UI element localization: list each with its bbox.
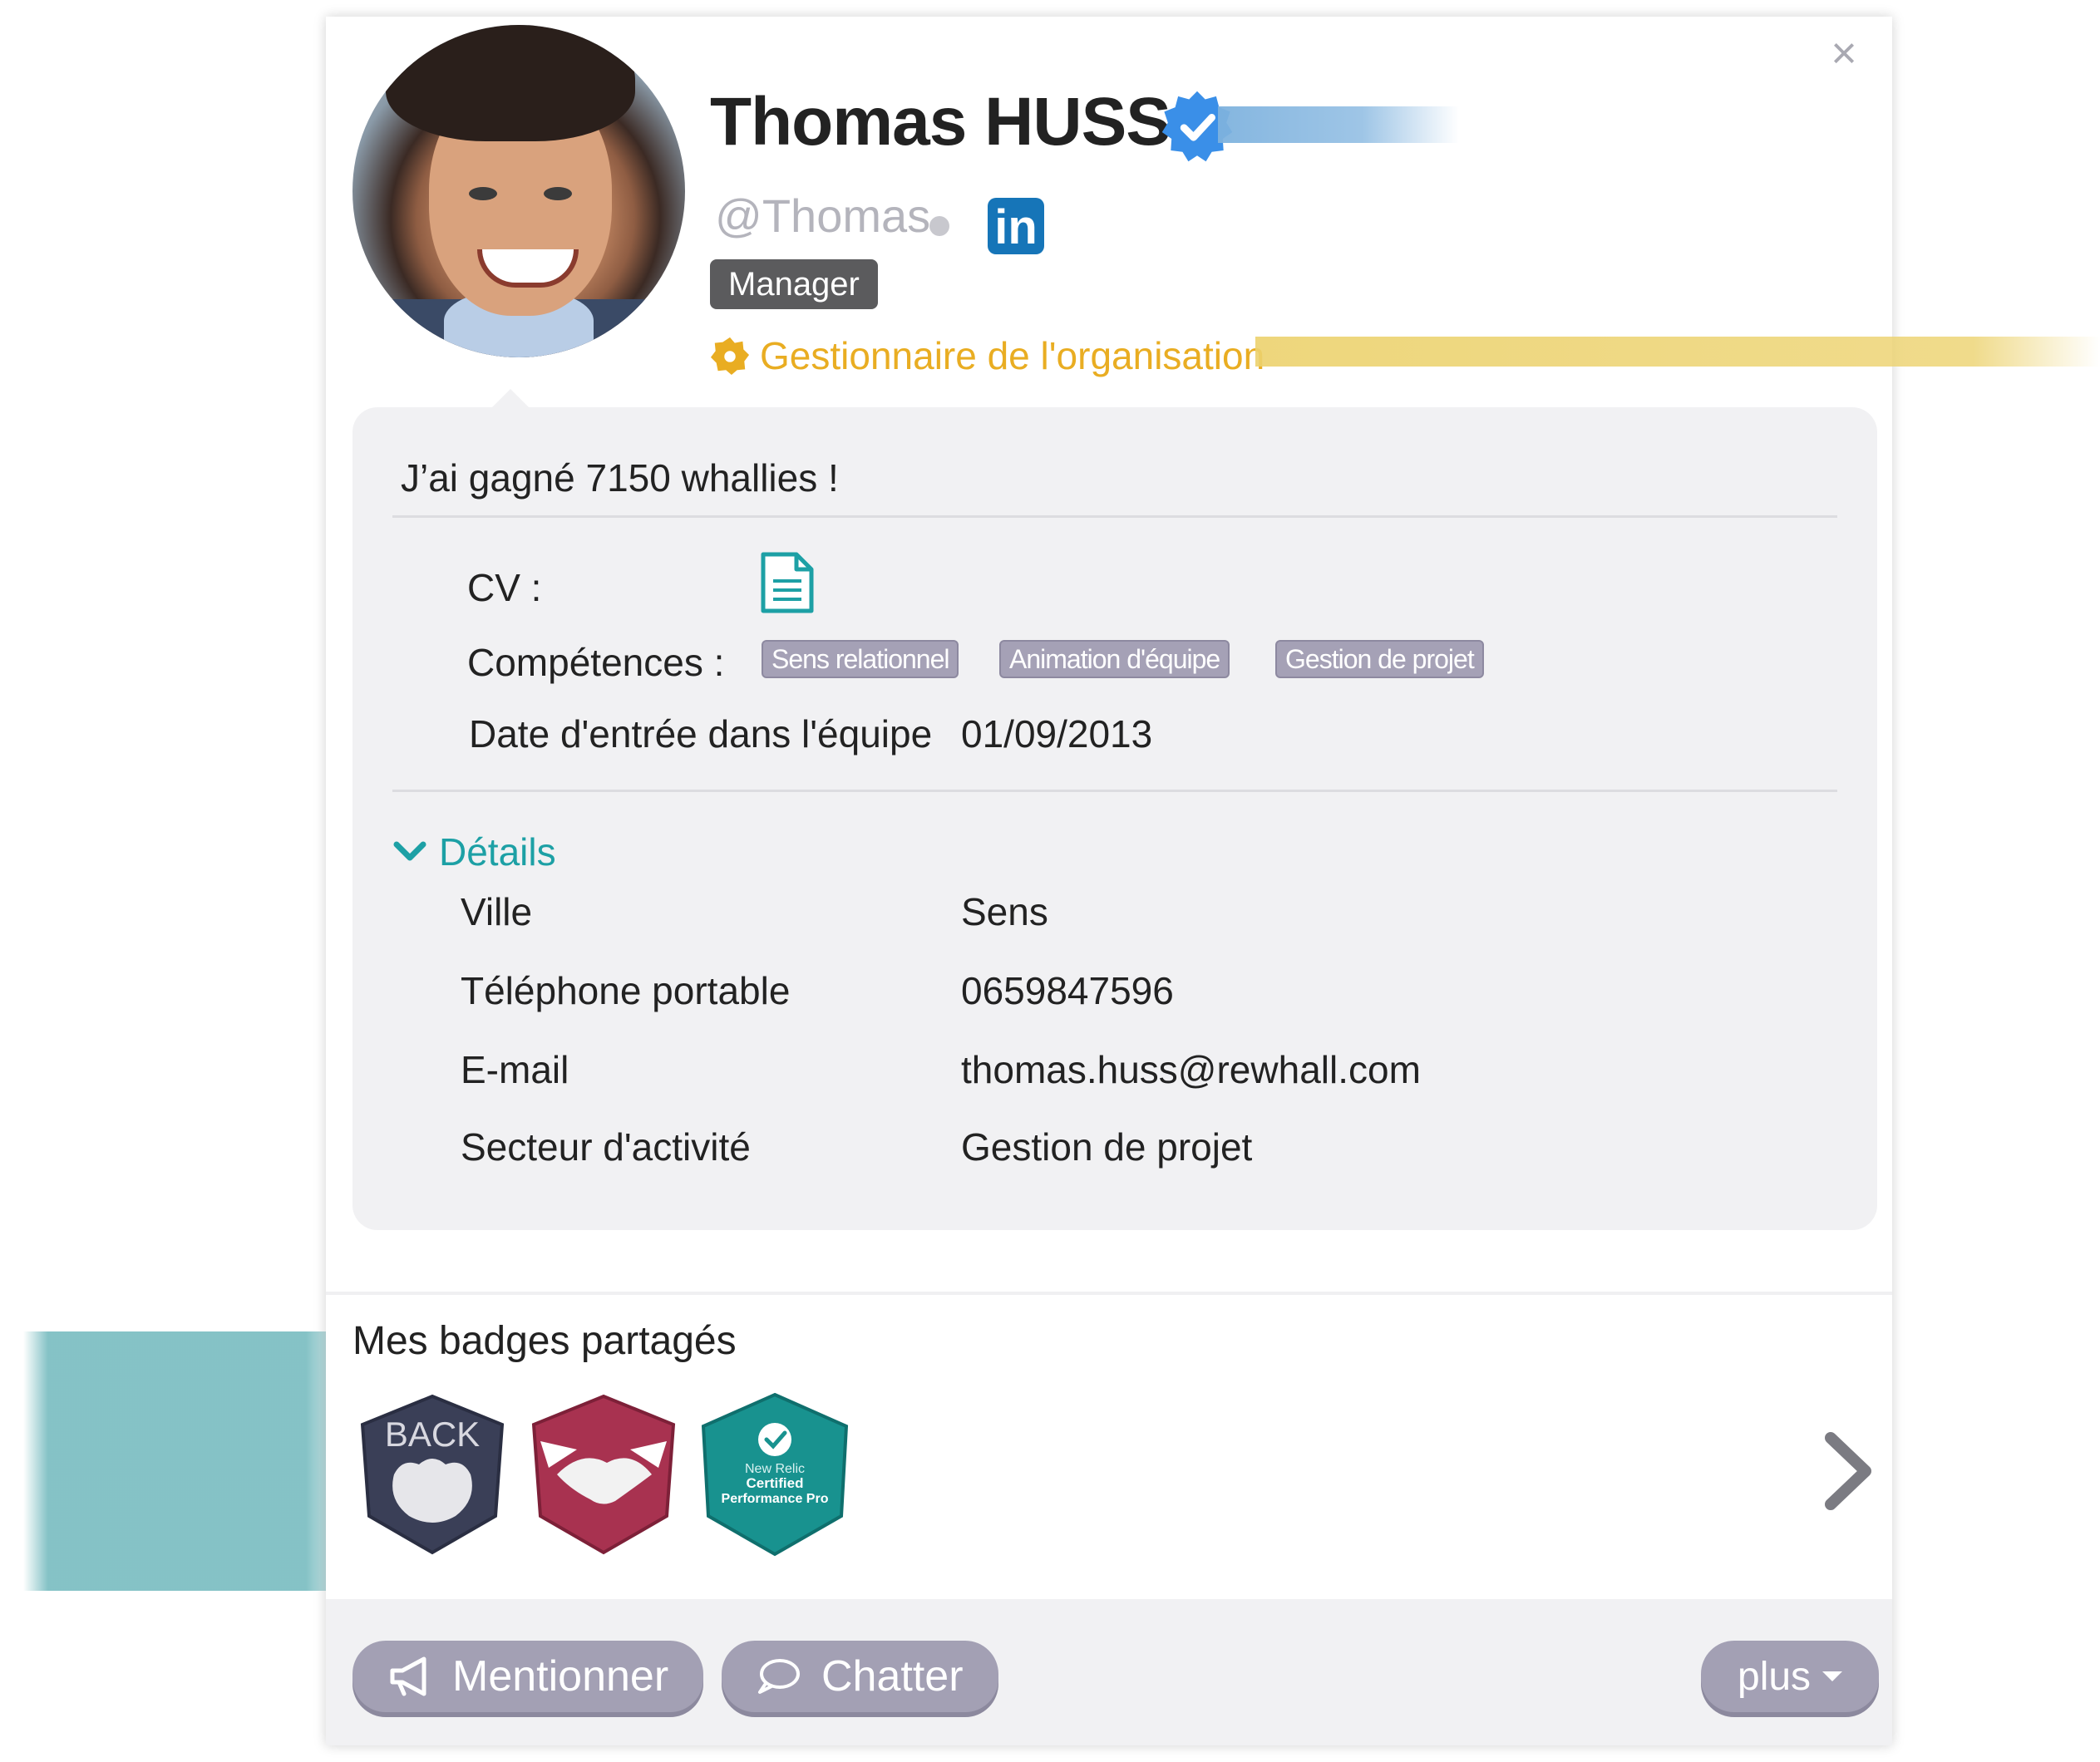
skill-tag: Animation d'équipe [999, 640, 1230, 678]
caret-down-icon [1822, 1671, 1843, 1681]
profile-handle: @Thomas [715, 189, 931, 242]
megaphone-icon [390, 1656, 426, 1696]
org-role: Gestionnaire de l'organisation [710, 331, 1264, 381]
svg-text:BACK: BACK [385, 1415, 480, 1454]
detail-value-phone: 0659847596 [961, 969, 1174, 1012]
document-icon[interactable] [760, 551, 815, 614]
more-button-label: plus [1738, 1654, 1812, 1699]
org-role-label: Gestionnaire de l'organisation [760, 334, 1265, 377]
linkedin-icon[interactable]: in [988, 198, 1044, 254]
close-button[interactable]: × [1819, 28, 1869, 78]
skills-label: Compétences : [467, 641, 725, 684]
chat-button[interactable]: Chatter [722, 1641, 998, 1712]
detail-label-phone: Téléphone portable [461, 969, 791, 1012]
presence-dot [929, 216, 949, 236]
profile-name: Thomas HUSS [710, 84, 1171, 160]
chevron-down-icon [393, 841, 426, 861]
info-panel: J’ai gagné 7150 whallies ! CV : Compéten… [352, 389, 1877, 1230]
svg-text:New Relic: New Relic [745, 1462, 805, 1476]
admin-badge-icon [710, 337, 750, 376]
back-badge-icon[interactable]: BACK [352, 1391, 512, 1558]
detail-value-city: Sens [961, 890, 1048, 933]
more-button[interactable]: plus [1701, 1641, 1880, 1712]
detail-label-email: E-mail [461, 1048, 569, 1091]
divider [392, 515, 1837, 518]
chevron-right-icon[interactable] [1819, 1430, 1877, 1513]
detail-label-city: Ville [461, 890, 533, 933]
detail-value-sector: Gestion de projet [961, 1125, 1253, 1169]
decorative-yellow-stripe [1255, 337, 2100, 367]
whallies-text: J’ai gagné 7150 whallies ! [401, 456, 839, 500]
svg-text:Certified: Certified [747, 1475, 804, 1491]
details-toggle-label: Détails [439, 830, 556, 874]
skill-tag: Gestion de projet [1275, 640, 1484, 678]
action-footer: Mentionner Chatter plus [326, 1599, 1892, 1745]
decorative-blue-stripe [1218, 106, 1459, 143]
new-relic-badge-icon[interactable]: New Relic Certified Performance Pro [695, 1391, 855, 1558]
badges-title: Mes badges partagés [352, 1319, 737, 1363]
role-badge: Manager [710, 259, 878, 309]
mention-button-label: Mentionner [452, 1652, 669, 1700]
chat-bubble-icon [758, 1659, 800, 1694]
cv-label: CV : [467, 566, 542, 609]
start-date-value: 01/09/2013 [961, 712, 1153, 755]
skill-tag: Sens relationnel [762, 640, 959, 678]
detail-label-sector: Secteur d'activité [461, 1125, 751, 1169]
avatar [352, 25, 685, 357]
chat-button-label: Chatter [821, 1652, 964, 1700]
profile-card: × Thomas HUSS @Thomas in Manager Gestion… [326, 17, 1892, 1745]
details-toggle[interactable]: Détails [392, 829, 556, 874]
start-date-label: Date d'entrée dans l'équipe [469, 712, 933, 755]
detail-value-email: thomas.huss@rewhall.com [961, 1048, 1421, 1091]
decorative-teal-block [23, 1331, 331, 1591]
mention-button[interactable]: Mentionner [352, 1641, 704, 1712]
divider [326, 1292, 1892, 1295]
divider [392, 790, 1837, 792]
handshake-badge-icon[interactable] [524, 1391, 683, 1558]
svg-text:Performance Pro: Performance Pro [722, 1492, 829, 1506]
